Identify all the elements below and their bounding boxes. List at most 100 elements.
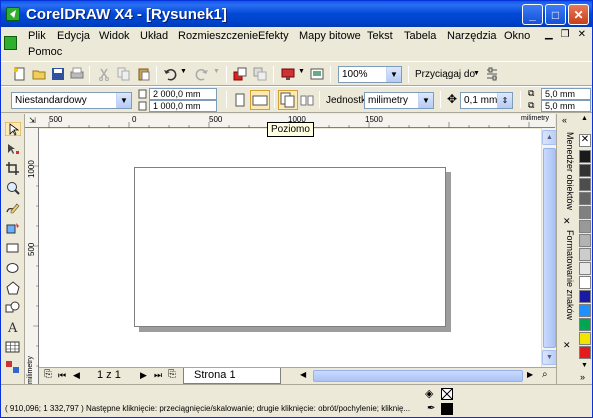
zoom-navigator-icon[interactable]: ⌕	[542, 369, 548, 380]
copy-icon[interactable]	[117, 67, 131, 81]
undo-icon[interactable]	[163, 67, 177, 81]
next-page-button[interactable]: ▶	[140, 370, 147, 381]
portrait-orientation-icon[interactable]	[234, 93, 246, 107]
horizontal-scroll-thumb[interactable]	[313, 370, 523, 382]
welcome-screen-icon[interactable]	[310, 67, 324, 81]
add-page-after-icon[interactable]: ⎘	[168, 369, 176, 380]
maximize-button[interactable]: □	[545, 4, 566, 25]
cut-icon[interactable]	[97, 67, 111, 81]
text-tool-icon[interactable]: A	[5, 320, 21, 334]
save-icon[interactable]	[51, 67, 65, 81]
undo-dropdown-arrow[interactable]: ▼	[180, 68, 187, 75]
last-page-button[interactable]: ⏭	[154, 370, 162, 381]
paste-icon[interactable]	[137, 67, 151, 81]
import-icon[interactable]	[233, 67, 247, 81]
polygon-tool-icon[interactable]	[5, 281, 21, 295]
redo-icon[interactable]	[195, 67, 209, 81]
previous-page-button[interactable]: ◀	[73, 370, 80, 381]
color-swatch[interactable]	[579, 206, 591, 219]
page-height-input[interactable]: 1 000,0 mm	[149, 100, 217, 112]
fill-color-swatch[interactable]	[441, 388, 453, 400]
color-swatch[interactable]	[579, 192, 591, 205]
menu-edycja[interactable]: Edycja	[57, 30, 90, 42]
page-width-input[interactable]: 2 000,0 mm	[149, 88, 217, 100]
color-swatch[interactable]	[579, 248, 591, 261]
color-swatch[interactable]	[579, 150, 591, 163]
vertical-ruler[interactable]: 1000 500 milimetry	[25, 128, 39, 384]
menu-efekty[interactable]: Efekty	[258, 30, 289, 42]
menu-plik[interactable]: Plik	[28, 30, 46, 42]
options-icon[interactable]	[485, 67, 499, 81]
menu-widok[interactable]: Widok	[99, 30, 130, 42]
scroll-down-button[interactable]: ▼	[542, 350, 557, 365]
nudge-distance-input[interactable]: 0,1 mm ⇕	[460, 92, 513, 109]
color-swatch[interactable]	[579, 234, 591, 247]
print-icon[interactable]	[70, 67, 84, 81]
docker-tab-character-formatting[interactable]: Formatowanie znaków	[559, 228, 575, 338]
menu-uklad[interactable]: Układ	[140, 30, 168, 42]
freehand-tool-icon[interactable]	[5, 201, 21, 215]
color-swatch[interactable]	[579, 220, 591, 233]
page-tab[interactable]: Strona 1	[183, 368, 281, 384]
title-bar[interactable]: CorelDRAW X4 - [Rysunek1] _ □ ✕	[1, 1, 592, 27]
docker-tab-object-manager[interactable]: Menedżer obiektów	[559, 130, 575, 214]
document-icon[interactable]	[4, 36, 17, 50]
ellipse-tool-icon[interactable]	[5, 261, 21, 275]
drawing-page[interactable]	[134, 167, 446, 327]
export-icon[interactable]	[253, 67, 267, 81]
smart-fill-tool-icon[interactable]	[5, 221, 21, 235]
snap-to-button[interactable]: Przyciągaj do	[415, 69, 475, 80]
menu-tekst[interactable]: Tekst	[367, 30, 393, 42]
color-swatch[interactable]	[579, 262, 591, 275]
launcher-dropdown-arrow[interactable]: ▼	[298, 68, 305, 75]
chevron-down-icon[interactable]: ▼	[418, 93, 433, 108]
rectangle-tool-icon[interactable]	[5, 241, 21, 255]
palette-scroll-down-icon[interactable]: ▼	[581, 362, 588, 369]
table-tool-icon[interactable]	[5, 340, 21, 354]
minimize-button[interactable]: _	[522, 4, 543, 25]
color-swatch[interactable]	[579, 164, 591, 177]
first-page-button[interactable]: ⏮	[58, 370, 66, 381]
menu-tabela[interactable]: Tabela	[404, 30, 436, 42]
color-swatch[interactable]	[579, 178, 591, 191]
all-pages-icon[interactable]	[278, 90, 298, 110]
docker-close-icon[interactable]: ✕	[563, 216, 571, 227]
color-swatch[interactable]	[579, 304, 591, 317]
menu-rozmieszczenie[interactable]: Rozmieszczenie	[178, 30, 258, 42]
menu-mapy-bitowe[interactable]: Mapy bitowe	[299, 30, 361, 42]
color-swatch[interactable]	[579, 318, 591, 331]
scroll-left-button[interactable]: ◀	[300, 370, 306, 379]
doc-minimize-button[interactable]: ▁	[545, 29, 553, 40]
close-button[interactable]: ✕	[568, 4, 589, 25]
pick-tool-icon[interactable]	[5, 122, 21, 136]
zoom-tool-icon[interactable]	[5, 181, 21, 195]
color-swatch[interactable]	[579, 332, 591, 345]
palette-scroll-up-icon[interactable]: ▲	[581, 115, 588, 122]
doc-restore-button[interactable]: ❐	[561, 29, 570, 40]
chevron-down-icon[interactable]: ▼	[386, 67, 401, 82]
current-page-icon[interactable]	[300, 93, 314, 107]
outline-color-swatch[interactable]	[441, 403, 453, 415]
scroll-up-button[interactable]: ▲	[542, 130, 557, 145]
scroll-thumb[interactable]	[543, 148, 556, 348]
units-select[interactable]: milimetry ▼	[364, 92, 434, 109]
menu-pomoc[interactable]: Pomoc	[28, 46, 62, 58]
no-color-swatch[interactable]: ✕	[579, 134, 591, 147]
crop-tool-icon[interactable]	[5, 161, 21, 175]
redo-dropdown-arrow[interactable]: ▼	[213, 68, 220, 75]
docker-collapse-icon[interactable]: «	[562, 115, 567, 125]
open-folder-icon[interactable]	[32, 67, 46, 81]
spinner-arrows[interactable]: ⇕	[497, 93, 512, 108]
vertical-scrollbar[interactable]: ▲ ▼	[541, 128, 557, 367]
drawing-canvas[interactable]	[39, 129, 541, 367]
color-swatch[interactable]	[579, 276, 591, 289]
docker-close-icon[interactable]: ✕	[563, 340, 571, 351]
new-document-icon[interactable]	[13, 67, 27, 81]
menu-narzedzia[interactable]: Narzędzia	[447, 30, 497, 42]
snap-dropdown-arrow[interactable]: ▼	[473, 70, 480, 77]
chevron-down-icon[interactable]: ▼	[116, 93, 131, 108]
ruler-origin-icon[interactable]: ⇲	[29, 116, 36, 125]
application-launcher-icon[interactable]	[281, 67, 295, 81]
shape-tool-icon[interactable]	[5, 142, 21, 156]
duplicate-distance-y-input[interactable]: 5,0 mm	[541, 100, 591, 112]
